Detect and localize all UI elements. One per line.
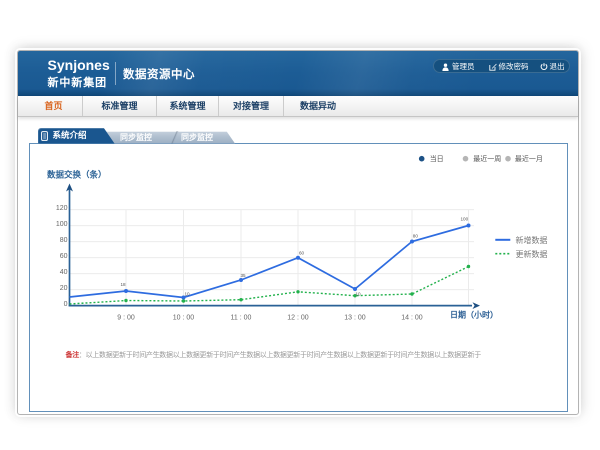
svg-text:0: 0	[64, 301, 68, 308]
svg-text:120: 120	[56, 205, 68, 212]
svg-text:当日: 当日	[430, 154, 444, 163]
svg-text:80: 80	[413, 234, 419, 239]
svg-text:10: 10	[356, 292, 362, 297]
svg-text:60: 60	[299, 251, 305, 256]
svg-text:14 : 00: 14 : 00	[401, 315, 423, 322]
svg-text:10: 10	[185, 292, 191, 297]
svg-text:新增数据: 新增数据	[516, 235, 548, 245]
svg-text:18: 18	[121, 282, 127, 287]
svg-text:9 : 00: 9 : 00	[117, 315, 135, 322]
svg-text:更新数据: 更新数据	[516, 249, 548, 259]
svg-text:40: 40	[60, 269, 68, 276]
svg-text:数据交换（条）: 数据交换（条）	[47, 170, 107, 180]
svg-text:35: 35	[241, 273, 247, 278]
svg-text:最近一周: 最近一周	[473, 154, 501, 163]
svg-text:20: 20	[60, 285, 68, 292]
svg-text:日期（小时）: 日期（小时）	[450, 310, 498, 320]
svg-text:80: 80	[60, 237, 68, 244]
svg-text:11 : 00: 11 : 00	[231, 315, 252, 322]
svg-text:100: 100	[461, 217, 469, 222]
svg-text:10 : 00: 10 : 00	[173, 315, 195, 322]
svg-text:13 : 00: 13 : 00	[344, 315, 366, 322]
svg-text:100: 100	[56, 221, 68, 228]
svg-text:60: 60	[60, 253, 68, 260]
svg-text:最近一月: 最近一月	[515, 154, 543, 163]
svg-text:12 : 00: 12 : 00	[287, 315, 309, 322]
